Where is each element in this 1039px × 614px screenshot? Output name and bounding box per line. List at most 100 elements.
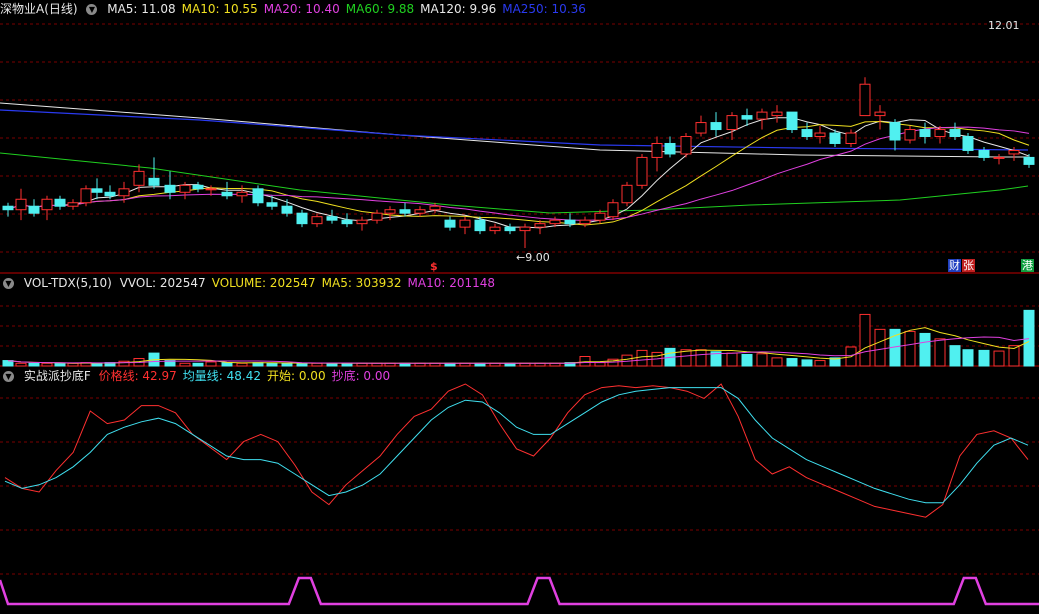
volume-bar	[756, 353, 768, 367]
candle-body	[889, 122, 901, 141]
candle-body	[993, 156, 1005, 159]
volume-bar	[962, 349, 974, 367]
candle-body	[874, 111, 886, 117]
candle-body	[429, 205, 441, 211]
candle-body	[579, 219, 591, 225]
ma10-line	[7, 121, 1030, 226]
candle-body	[919, 129, 931, 138]
low-price-label: ←9.00	[516, 251, 550, 264]
candle-body	[504, 226, 516, 232]
candle-body	[549, 219, 561, 225]
candle-body	[266, 202, 278, 207]
candle-body	[15, 198, 27, 211]
limit-tag[interactable]: 张	[960, 259, 977, 272]
candle-body	[148, 177, 160, 186]
candle-body	[459, 219, 471, 228]
volume-bar	[54, 362, 66, 367]
volume-bar	[192, 362, 204, 367]
volume-bar	[919, 332, 931, 367]
candle-body	[281, 205, 293, 214]
volume-bar	[41, 362, 53, 367]
hk-connect-tag[interactable]: 港	[1019, 259, 1036, 272]
candle-body	[164, 184, 176, 193]
volume-bar	[266, 362, 278, 367]
candle-body	[414, 209, 426, 214]
dollar-marker: $	[430, 260, 438, 273]
candle-body	[636, 156, 648, 186]
volume-bar	[311, 362, 323, 367]
candle-body	[859, 83, 871, 117]
candle-body	[978, 149, 990, 158]
candle-body	[607, 202, 619, 218]
candle-body	[80, 188, 92, 204]
candle-body	[311, 216, 323, 225]
volume-bar	[874, 328, 886, 367]
candle-body	[756, 111, 768, 120]
candle-body	[594, 212, 606, 221]
candle-body	[489, 226, 501, 232]
candle-body	[726, 115, 738, 131]
candle-body	[829, 132, 841, 144]
price-line-series	[4, 383, 1029, 518]
volume-bar	[15, 362, 27, 367]
volume-bar	[859, 313, 871, 367]
volume-bar	[904, 330, 916, 367]
volume-bar	[978, 349, 990, 367]
candle-body	[67, 202, 79, 207]
candle-body	[371, 212, 383, 221]
candle-body	[519, 226, 531, 232]
candle-body	[326, 216, 338, 221]
candle-body	[786, 111, 798, 131]
candle-body	[252, 188, 264, 204]
volume-bar	[594, 362, 606, 367]
volume-bar	[579, 356, 591, 367]
candle-body	[221, 191, 233, 197]
volume-bar	[993, 350, 1005, 367]
candle-body	[949, 129, 961, 138]
volume-bar	[771, 357, 783, 367]
candle-body	[54, 198, 66, 207]
candle-body	[845, 132, 857, 144]
candle-body	[664, 142, 676, 155]
candle-body	[384, 209, 396, 214]
candle-body	[192, 184, 204, 190]
candle-body	[934, 129, 946, 138]
candle-body	[534, 223, 546, 228]
candle-body	[1023, 156, 1035, 165]
candle-body	[341, 219, 353, 225]
candle-body	[205, 188, 217, 191]
stock-chart[interactable]	[0, 0, 1039, 614]
volume-bar	[221, 362, 233, 367]
volume-bar	[91, 362, 103, 367]
volume-bar	[636, 349, 648, 367]
volume-bar	[726, 352, 738, 367]
candle-body	[356, 219, 368, 225]
candle-body	[296, 212, 308, 225]
candle-body	[91, 188, 103, 193]
candle-body	[179, 184, 191, 193]
candle-body	[444, 219, 456, 228]
volume-bar	[1023, 309, 1035, 367]
volume-bar	[934, 338, 946, 367]
candle-body	[28, 205, 40, 214]
candle-body	[133, 170, 145, 186]
ma5-line	[7, 117, 1030, 229]
volume-bar	[205, 361, 217, 367]
volume-bar	[695, 349, 707, 367]
candle-body	[41, 198, 53, 211]
candle-body	[962, 136, 974, 151]
candle-body	[104, 191, 116, 197]
volume-bar	[741, 353, 753, 367]
candle-body	[904, 129, 916, 141]
candle-body	[695, 122, 707, 134]
bottom-signal-line	[0, 576, 1039, 606]
volume-bar	[179, 362, 191, 367]
candle-body	[1008, 149, 1020, 155]
candle-body	[741, 115, 753, 120]
candle-body	[680, 136, 692, 155]
volume-bar	[949, 345, 961, 367]
volume-bar	[281, 362, 293, 367]
candle-body	[236, 191, 248, 197]
volume-bar	[296, 362, 308, 367]
candle-body	[651, 142, 663, 158]
